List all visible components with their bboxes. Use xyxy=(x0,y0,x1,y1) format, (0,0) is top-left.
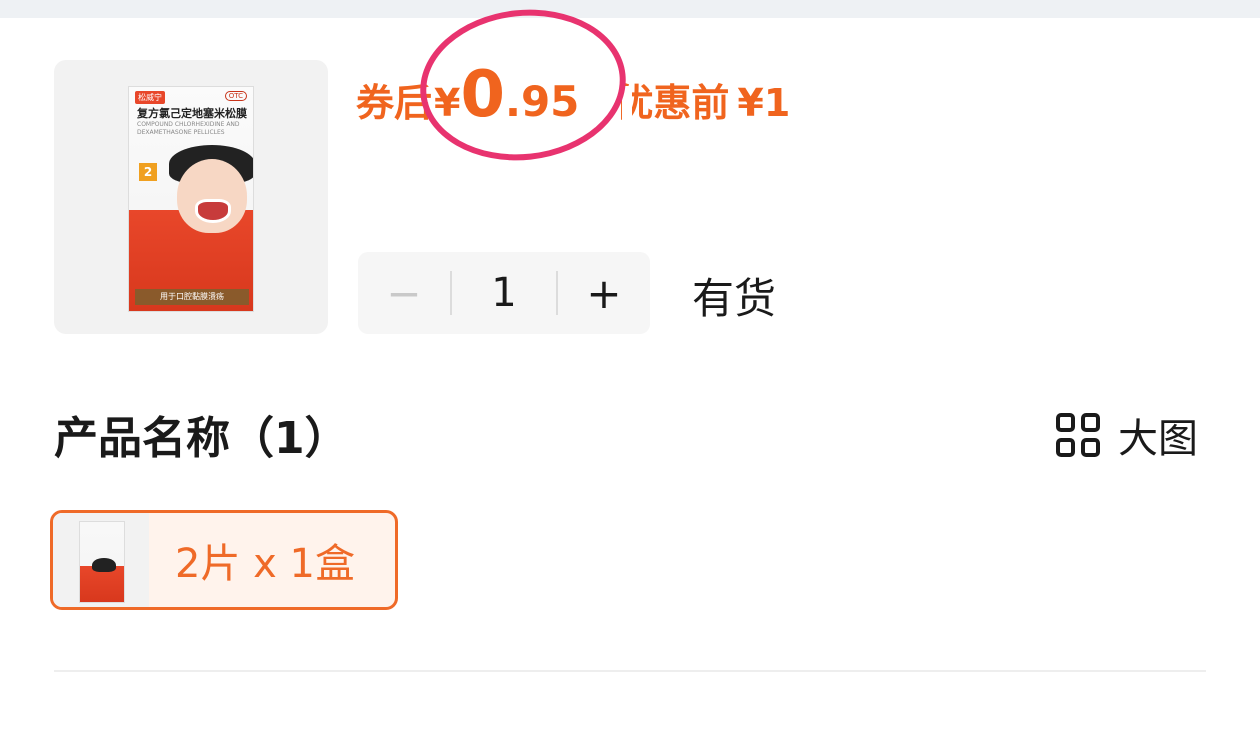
product-box-illustration: 松威宁 OTC 复方氯己定地塞米松膜 COMPOUND CHLORHEXIDIN… xyxy=(128,86,254,312)
spec-option-selected[interactable]: 2片 x 1盒 xyxy=(50,510,398,610)
box-qty-badge: 2 xyxy=(139,163,157,181)
circle-gap xyxy=(622,86,632,120)
price-row: 券后 ¥ 0 .95 优惠前 ¥1 xyxy=(356,58,790,132)
section-title: 产品名称（1） xyxy=(54,413,349,464)
original-price-label: 优惠前 xyxy=(615,81,730,125)
increase-button[interactable]: + xyxy=(558,252,650,334)
character-mouth xyxy=(195,199,231,223)
box-name-cn: 复方氯己定地塞米松膜 xyxy=(137,107,247,120)
big-image-toggle[interactable]: 大图 xyxy=(1056,406,1198,464)
grid-icon xyxy=(1056,413,1100,457)
currency-symbol: ¥ xyxy=(434,81,461,125)
top-bar xyxy=(0,0,1260,18)
otc-badge: OTC xyxy=(224,91,247,101)
box-name-en: COMPOUND CHLORHEXIDINE AND DEXAMETHASONE… xyxy=(137,121,240,136)
quantity-stepper[interactable]: − 1 + xyxy=(358,252,650,334)
original-price-value: ¥1 xyxy=(737,81,791,125)
quantity-value[interactable]: 1 xyxy=(452,270,556,316)
divider xyxy=(54,670,1206,672)
stock-status: 有货 xyxy=(692,274,777,323)
decrease-button[interactable]: − xyxy=(358,252,450,334)
box-usage-band: 用于口腔黏膜溃疡 xyxy=(135,289,249,305)
price-decimal: .95 xyxy=(505,77,580,126)
big-image-label: 大图 xyxy=(1118,416,1198,462)
spec-option-label: 2片 x 1盒 xyxy=(175,541,355,587)
coupon-price-label: 券后 xyxy=(356,81,433,125)
spec-option-thumbnail xyxy=(53,513,149,607)
box-brand: 松威宁 xyxy=(135,91,165,104)
price-integer: 0 xyxy=(460,58,505,132)
